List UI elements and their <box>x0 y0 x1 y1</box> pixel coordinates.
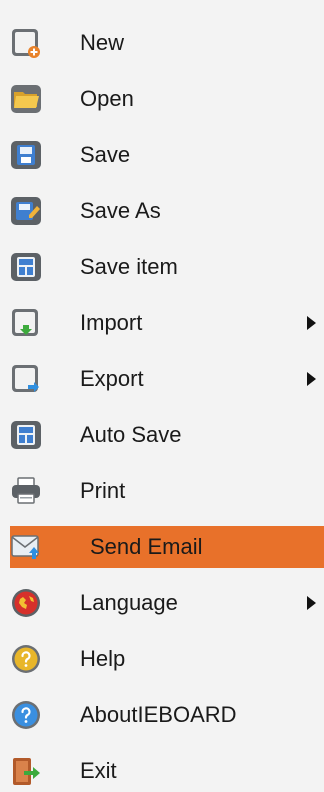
save-icon <box>10 139 42 171</box>
submenu-arrow-icon <box>307 596 316 610</box>
globe-icon <box>10 587 42 619</box>
submenu-arrow-icon <box>307 316 316 330</box>
menu-item-label: Send Email <box>90 534 203 559</box>
menu-item-label: Open <box>80 86 134 111</box>
help-icon <box>10 643 42 675</box>
menu-item-export[interactable]: Export <box>0 358 324 400</box>
menu-item-label: Language <box>80 590 178 615</box>
open-folder-icon <box>10 83 42 115</box>
menu-item-auto-save[interactable]: Auto Save <box>0 414 324 456</box>
menu-item-label: Export <box>80 366 144 391</box>
save-item-icon <box>10 251 42 283</box>
email-icon <box>10 531 42 563</box>
menu-item-label: Auto Save <box>80 422 182 447</box>
import-icon <box>10 307 42 339</box>
menu-item-language[interactable]: Language <box>0 582 324 624</box>
exit-icon <box>10 755 42 787</box>
new-document-icon <box>10 27 42 59</box>
menu-item-help[interactable]: Help <box>0 638 324 680</box>
printer-icon <box>10 475 42 507</box>
menu-item-label: Help <box>80 646 126 671</box>
menu-item-import[interactable]: Import <box>0 302 324 344</box>
menu-item-print[interactable]: Print <box>0 470 324 512</box>
menu-item-save[interactable]: Save <box>0 134 324 176</box>
menu-item-new[interactable]: New <box>0 22 324 64</box>
submenu-arrow-icon <box>307 372 316 386</box>
menu-item-label: Import <box>80 310 143 335</box>
menu-item-label: AboutIEBOARD <box>80 702 237 727</box>
menu-item-label: Print <box>80 478 126 503</box>
save-as-icon <box>10 195 42 227</box>
menu-item-label: Exit <box>80 758 117 783</box>
info-icon <box>10 699 42 731</box>
file-menu: New Open Save Save As Save item Import E… <box>0 0 324 785</box>
menu-item-label: Save As <box>80 198 161 223</box>
menu-item-save-item[interactable]: Save item <box>0 246 324 288</box>
menu-item-send-email[interactable]: Send Email <box>10 526 324 568</box>
menu-item-label: Save item <box>80 254 178 279</box>
export-icon <box>10 363 42 395</box>
menu-item-open[interactable]: Open <box>0 78 324 120</box>
menu-item-about[interactable]: AboutIEBOARD <box>0 694 324 736</box>
menu-item-save-as[interactable]: Save As <box>0 190 324 232</box>
menu-item-label: New <box>80 30 125 55</box>
menu-item-exit[interactable]: Exit <box>0 750 324 792</box>
auto-save-icon <box>10 419 42 451</box>
menu-item-label: Save <box>80 142 131 167</box>
